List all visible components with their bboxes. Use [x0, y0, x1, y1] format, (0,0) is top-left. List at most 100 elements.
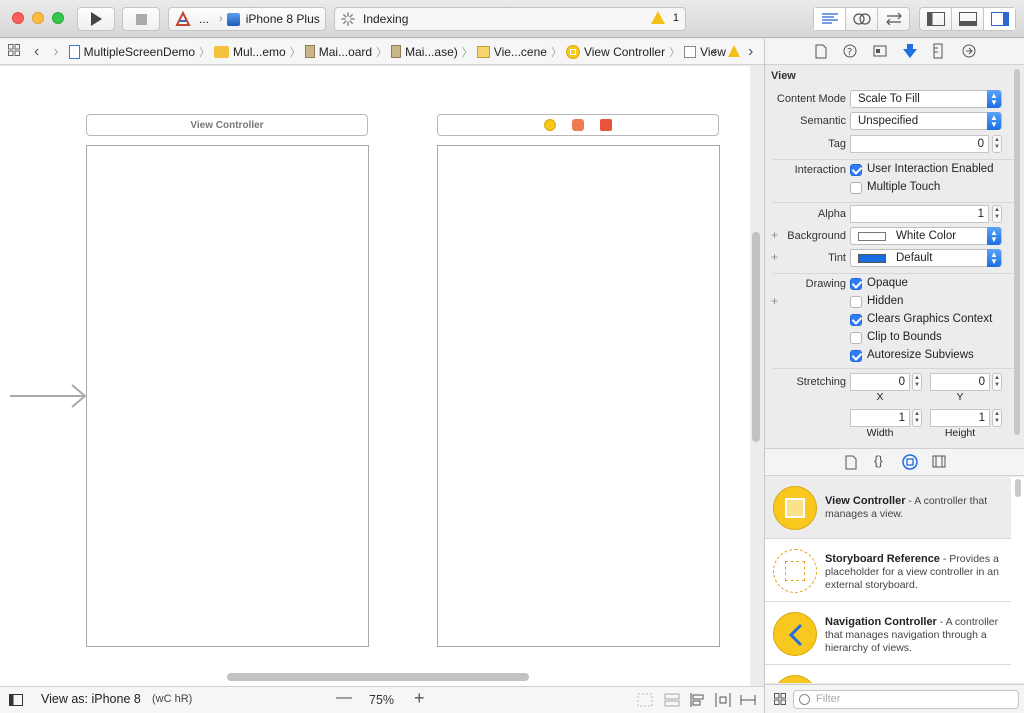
- scene1-title-bar[interactable]: View Controller: [86, 114, 368, 136]
- run-button[interactable]: [77, 7, 115, 31]
- tint-popup[interactable]: Default ▲ ▼: [850, 249, 1002, 267]
- issue-warning-icon[interactable]: [728, 45, 740, 57]
- zoom-out-icon[interactable]: —: [336, 689, 352, 707]
- scene2-dock[interactable]: [437, 114, 719, 136]
- quick-help-icon[interactable]: ?: [843, 44, 857, 61]
- stretching-height-field[interactable]: 1: [930, 409, 990, 427]
- filter-input[interactable]: Filter: [793, 690, 1019, 709]
- library-item-navigation-controller[interactable]: Navigation Controller - A controller tha…: [765, 603, 1011, 665]
- view-as-label[interactable]: View as: iPhone 8: [41, 692, 141, 706]
- breadcrumb-label: Mul...emo: [233, 44, 286, 59]
- first-responder-dock-icon[interactable]: [572, 119, 584, 131]
- add-variation-plus-icon[interactable]: +: [771, 294, 778, 308]
- file-template-library-icon[interactable]: [845, 455, 857, 473]
- stretching-x-stepper[interactable]: ▲ ▼: [912, 373, 922, 391]
- stretching-width-stepper[interactable]: ▲ ▼: [912, 409, 922, 427]
- library-item-view-controller[interactable]: View Controller - A controller that mana…: [765, 477, 1011, 539]
- standard-editor-button[interactable]: [814, 8, 846, 30]
- zoom-level[interactable]: 75%: [369, 693, 394, 707]
- scheme-selector[interactable]: ... › iPhone 8 Plus: [168, 7, 326, 31]
- attributes-inspector-icon[interactable]: [902, 43, 918, 62]
- scene1-view[interactable]: [86, 145, 369, 647]
- breadcrumb-project[interactable]: MultipleScreenDemo: [68, 44, 199, 59]
- breadcrumb-view-controller[interactable]: View Controller: [565, 44, 669, 59]
- close-window-button[interactable]: [12, 12, 24, 24]
- align-icon[interactable]: [690, 693, 706, 710]
- popup-arrows-icon: ▲ ▼: [987, 112, 1001, 130]
- user-interaction-checkbox[interactable]: [850, 164, 862, 176]
- breadcrumb-group[interactable]: Mul...emo: [214, 45, 290, 59]
- identity-inspector-icon[interactable]: [873, 44, 887, 61]
- breadcrumb-view[interactable]: View: [684, 45, 730, 59]
- zoom-in-icon[interactable]: +: [414, 688, 425, 709]
- version-editor-button[interactable]: [878, 8, 909, 30]
- library-scrollbar[interactable]: [1015, 479, 1021, 497]
- storyboard-canvas[interactable]: View Controller: [0, 66, 760, 686]
- forward-chevron-icon[interactable]: ›: [53, 43, 58, 61]
- horizontal-scrollbar[interactable]: [227, 673, 529, 681]
- assistant-editor-button[interactable]: [846, 8, 878, 30]
- utilities-toggle-button[interactable]: [984, 8, 1015, 30]
- autoresize-checkbox[interactable]: [850, 350, 862, 362]
- opaque-checkbox[interactable]: [850, 278, 862, 290]
- resolve-issues-icon[interactable]: [740, 693, 756, 710]
- zoom-window-button[interactable]: [52, 12, 64, 24]
- scene2-view[interactable]: [437, 145, 720, 647]
- initial-view-controller-arrow-icon[interactable]: [10, 384, 88, 408]
- stop-button[interactable]: [122, 7, 160, 31]
- library-item-storyboard-reference[interactable]: Storyboard Reference - Provides a placeh…: [765, 540, 1011, 602]
- breadcrumb-storyboard-base[interactable]: Mai...ase): [391, 45, 462, 59]
- stretching-y-stepper[interactable]: ▲ ▼: [992, 373, 1002, 391]
- content-mode-label: Content Mode: [776, 93, 846, 105]
- minimize-window-button[interactable]: [32, 12, 44, 24]
- alpha-field[interactable]: 1: [850, 205, 989, 223]
- file-inspector-icon[interactable]: [815, 44, 827, 62]
- breadcrumb-scene[interactable]: Vie...cene: [476, 45, 551, 59]
- tag-stepper[interactable]: ▲ ▼: [992, 135, 1002, 153]
- folder-icon: [214, 45, 230, 58]
- vertical-scrollbar[interactable]: [752, 232, 760, 442]
- library-tabs: {}: [765, 448, 1024, 476]
- chevron-right-icon: 〉: [550, 46, 562, 59]
- semantic-popup[interactable]: Unspecified ▲ ▼: [850, 112, 1002, 130]
- inspector-scrollbar[interactable]: [1014, 69, 1020, 435]
- background-popup[interactable]: White Color ▲ ▼: [850, 227, 1002, 245]
- clears-graphics-checkbox[interactable]: [850, 314, 862, 326]
- library-item-next[interactable]: [765, 666, 1011, 683]
- debug-toggle-button[interactable]: [952, 8, 984, 30]
- warning-icon[interactable]: [651, 11, 665, 24]
- previous-issue-chevron-icon[interactable]: ‹: [712, 43, 717, 61]
- next-issue-chevron-icon[interactable]: ›: [748, 43, 753, 61]
- alpha-stepper[interactable]: ▲ ▼: [992, 205, 1002, 223]
- clip-to-bounds-checkbox[interactable]: [850, 332, 862, 344]
- breadcrumb-storyboard[interactable]: Mai...oard: [304, 45, 376, 59]
- stretching-y-field[interactable]: 0: [930, 373, 990, 391]
- semantic-label: Semantic: [800, 115, 846, 127]
- exit-dock-icon[interactable]: [600, 119, 612, 131]
- add-constraints-icon[interactable]: [715, 693, 731, 710]
- navigator-toggle-button[interactable]: [920, 8, 952, 30]
- stretching-width-field[interactable]: 1: [850, 409, 910, 427]
- multiple-touch-checkbox[interactable]: [850, 182, 862, 194]
- stretching-x-field[interactable]: 0: [850, 373, 910, 391]
- hidden-checkbox[interactable]: [850, 296, 862, 308]
- related-items-icon[interactable]: [8, 44, 20, 59]
- opaque-label: Opaque: [867, 277, 908, 289]
- embed-in-stack-icon[interactable]: [637, 693, 653, 710]
- activity-label: Indexing: [363, 12, 409, 26]
- grid-view-icon[interactable]: [774, 693, 786, 708]
- warning-count[interactable]: 1: [673, 12, 679, 24]
- update-frames-icon[interactable]: [664, 693, 680, 710]
- size-inspector-icon[interactable]: [933, 43, 943, 62]
- content-mode-popup[interactable]: Scale To Fill ▲ ▼: [850, 90, 1002, 108]
- media-library-icon[interactable]: [932, 455, 946, 471]
- back-chevron-icon[interactable]: ‹: [34, 43, 39, 61]
- stretching-height-stepper[interactable]: ▲ ▼: [992, 409, 1002, 427]
- connections-inspector-icon[interactable]: [962, 44, 976, 61]
- code-snippet-library-icon[interactable]: {}: [874, 453, 883, 468]
- library-item-name: View Controller: [825, 495, 906, 507]
- object-library-icon[interactable]: [902, 454, 918, 473]
- view-controller-dock-icon[interactable]: [544, 119, 556, 131]
- outline-toggle-icon[interactable]: [9, 694, 23, 709]
- tag-field[interactable]: 0: [850, 135, 989, 153]
